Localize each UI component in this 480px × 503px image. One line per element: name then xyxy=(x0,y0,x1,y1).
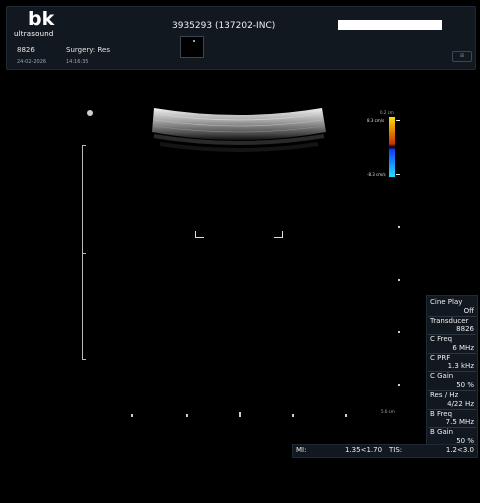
param-value: Off xyxy=(463,306,474,315)
lateral-tick xyxy=(345,414,347,417)
param-label: C Gain xyxy=(430,372,454,381)
param-label: Cine Play xyxy=(430,298,463,306)
param-value: 4/22 Hz xyxy=(447,399,474,408)
velocity-min-label: -8.3 cm/s xyxy=(367,172,386,177)
param-label: B Gain xyxy=(430,428,454,437)
bk-ultrasound-logo: bk ultrasound xyxy=(14,8,60,41)
lateral-tick-center xyxy=(239,412,241,417)
param-value: 1.3 kHz xyxy=(447,362,474,371)
orientation-marker xyxy=(87,110,93,116)
focus-bracket-right xyxy=(274,231,283,238)
exam-number: 8826 xyxy=(17,46,35,54)
image-depth-label: 5.6 cm xyxy=(381,409,395,414)
color-bar-hook xyxy=(396,174,400,175)
depth-tick xyxy=(398,384,400,386)
tis-value: 1.2<3.0 xyxy=(445,446,474,454)
depth-tick xyxy=(398,331,400,333)
preview-thumbnail[interactable] xyxy=(180,36,204,58)
param-value: 50 % xyxy=(456,380,474,389)
tis-label: TIS: xyxy=(389,446,403,454)
param-label: Transducer xyxy=(430,316,469,325)
color-bar-hook xyxy=(396,120,400,121)
param-value: 7.5 MHz xyxy=(445,418,474,427)
depth-tick xyxy=(398,279,400,281)
param-label: Res / Hz xyxy=(430,391,459,399)
lateral-tick xyxy=(186,414,188,417)
color-box-depth-label: 0.2 cm xyxy=(380,110,394,115)
exam-time: 14:16:35 xyxy=(66,59,89,65)
redacted-field xyxy=(338,20,442,30)
color-velocity-bar xyxy=(389,117,395,177)
param-value: 6 MHz xyxy=(452,343,474,352)
focus-bracket-left xyxy=(195,231,204,238)
ultrasound-image[interactable] xyxy=(150,104,328,174)
scale-tick xyxy=(82,253,86,254)
logo-mark: bk xyxy=(28,8,55,30)
safety-index-bar: MI: 1.35<1.70 TIS: 1.2<3.0 xyxy=(292,444,478,458)
lateral-tick xyxy=(292,414,294,417)
logo-subtitle: ultrasound xyxy=(14,30,54,38)
thumbnail-indicator xyxy=(193,40,195,42)
mi-label: MI: xyxy=(296,446,307,454)
param-label: B Freq xyxy=(430,409,453,418)
parameter-panel: Cine Play Off Transducer 8826 C Freq 6 MHz C P… xyxy=(426,295,478,447)
param-value: 8826 xyxy=(456,325,474,334)
exam-type: Surgery: Res xyxy=(66,46,110,54)
param-label: C Freq xyxy=(430,335,453,344)
layout-button[interactable]: ⊞ xyxy=(452,51,472,62)
depth-tick xyxy=(398,226,400,228)
lateral-tick xyxy=(131,414,133,417)
velocity-max-label: 8.3 cm/s xyxy=(367,118,385,123)
scale-tick xyxy=(82,145,86,146)
scale-tick xyxy=(82,359,86,360)
exam-date: 24-02-2026 xyxy=(17,59,47,65)
param-label: C PRF xyxy=(430,353,451,362)
patient-id: 3935293 (137202-INC) xyxy=(172,21,276,31)
mi-value: 1.35<1.70 xyxy=(345,446,383,454)
